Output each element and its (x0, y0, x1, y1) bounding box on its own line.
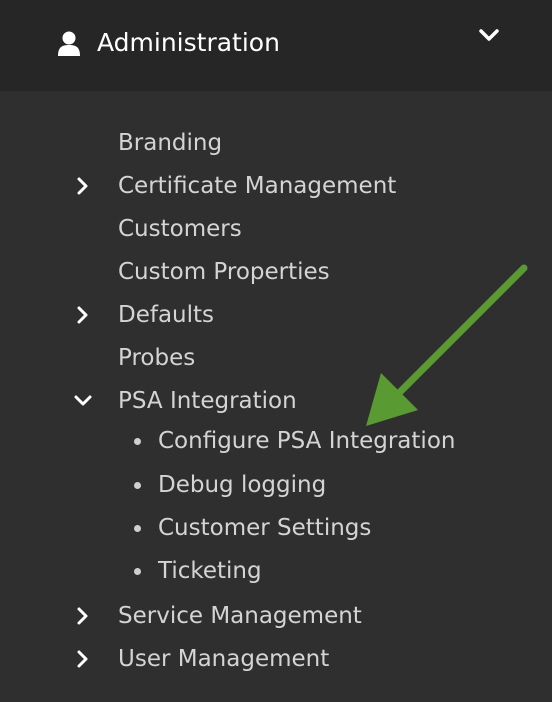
chevron-right-icon[interactable] (73, 176, 93, 196)
chevron-right-icon[interactable] (73, 305, 93, 325)
submenu-item-ticketing[interactable]: Ticketing (0, 551, 552, 591)
menu-item-label: Custom Properties (118, 259, 330, 285)
menu-item-label: Service Management (118, 603, 362, 629)
menu-item-branding[interactable]: Branding (0, 123, 552, 163)
submenu-item-label: Debug logging (158, 472, 327, 498)
administration-header[interactable]: Administration (0, 0, 552, 91)
menu-item-label: Certificate Management (118, 173, 397, 199)
submenu-item-debug-logging[interactable]: Debug logging (0, 465, 552, 505)
bullet-icon (134, 568, 141, 575)
chevron-right-icon[interactable] (73, 649, 93, 669)
header-title: Administration (97, 28, 280, 57)
bullet-icon (134, 525, 141, 532)
menu-item-label: Customers (118, 216, 242, 242)
submenu-item-label: Ticketing (158, 558, 262, 584)
bullet-icon (134, 482, 141, 489)
submenu-item-customer-settings[interactable]: Customer Settings (0, 508, 552, 548)
menu-item-psa-integration[interactable]: PSA Integration (0, 381, 552, 421)
menu-item-label: Defaults (118, 302, 215, 328)
chevron-down-icon[interactable] (478, 26, 500, 44)
submenu-item-label: Configure PSA Integration (158, 428, 456, 454)
menu-item-label: Branding (118, 130, 223, 156)
chevron-down-icon[interactable] (73, 391, 93, 411)
menu-item-certificate-management[interactable]: Certificate Management (0, 166, 552, 206)
menu-item-label: Probes (118, 345, 196, 371)
menu-item-user-management[interactable]: User Management (0, 639, 552, 679)
menu-item-label: User Management (118, 646, 330, 672)
admin-nav-panel: Administration Branding Certificate Mana… (0, 0, 552, 702)
chevron-right-icon[interactable] (73, 606, 93, 626)
menu-item-service-management[interactable]: Service Management (0, 596, 552, 636)
submenu-item-configure-psa-integration[interactable]: Configure PSA Integration (0, 421, 552, 461)
bullet-icon (134, 438, 141, 445)
menu-item-probes[interactable]: Probes (0, 338, 552, 378)
user-icon (58, 31, 80, 56)
menu-item-customers[interactable]: Customers (0, 209, 552, 249)
menu-item-defaults[interactable]: Defaults (0, 295, 552, 335)
menu-item-custom-properties[interactable]: Custom Properties (0, 252, 552, 292)
submenu-item-label: Customer Settings (158, 515, 372, 541)
menu-item-label: PSA Integration (118, 388, 297, 414)
